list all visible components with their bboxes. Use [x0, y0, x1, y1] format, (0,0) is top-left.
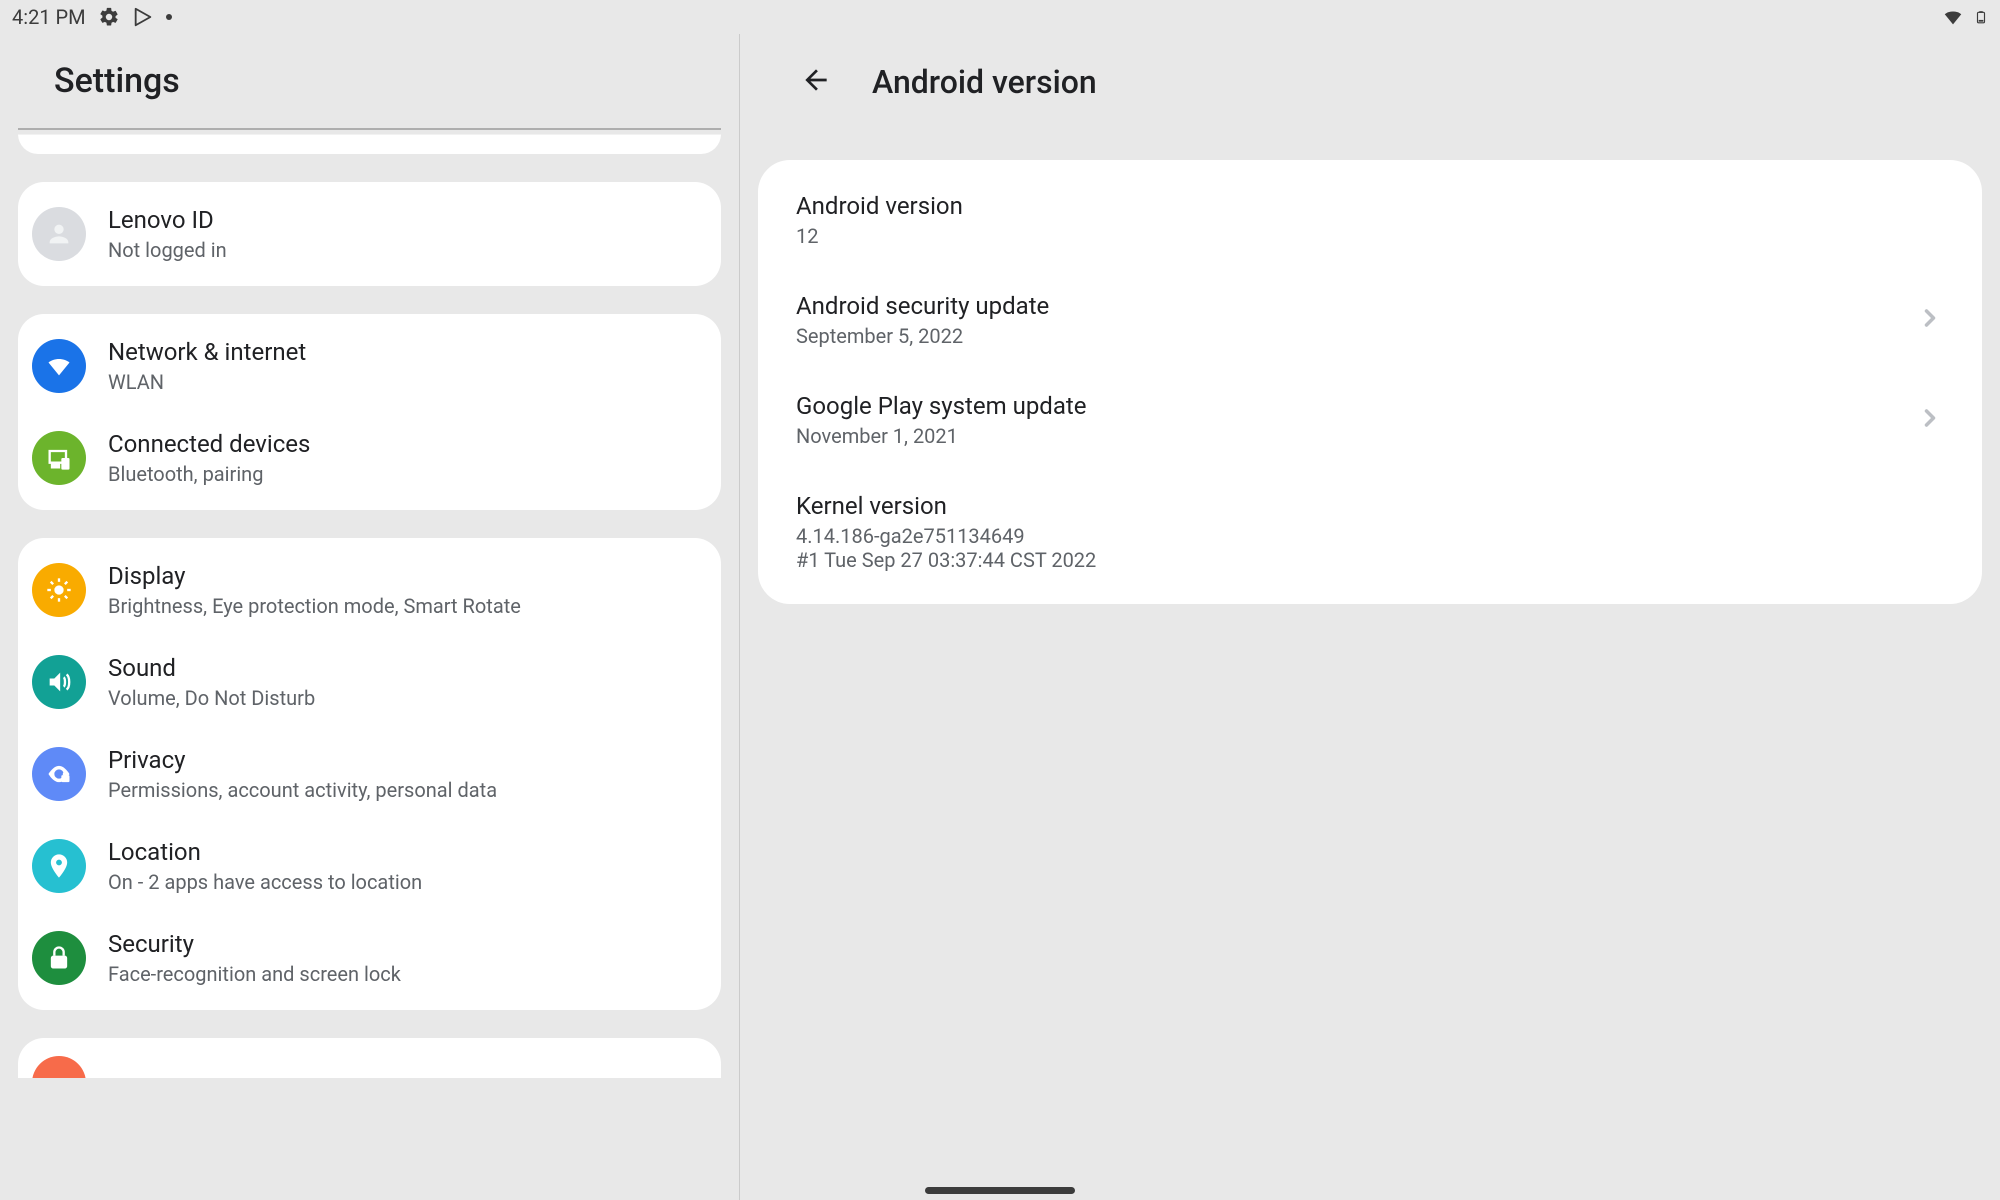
detail-card: Android version 12 Android security update… [758, 160, 1982, 604]
device-group: Display Brightness, Eye protection mode, … [18, 538, 721, 1010]
account-group: Lenovo ID Not logged in [18, 182, 721, 286]
sidebar-item-sub: Face-recognition and screen lock [108, 962, 401, 986]
detail-header: Android version [758, 34, 1982, 130]
sidebar-item-label: Sound [108, 654, 315, 682]
detail-row-security_update[interactable]: Android security update September 5, 2022 [758, 270, 1982, 370]
sidebar-item-label: Privacy [108, 746, 497, 774]
settings-list[interactable]: Lenovo ID Not logged in Network & intern… [18, 130, 721, 1200]
detail-row-sub: November 1, 2021 [796, 424, 1916, 448]
sidebar-item-lenovo-id[interactable]: Lenovo ID Not logged in [18, 188, 721, 280]
sidebar-item-label: Display [108, 562, 521, 590]
status-bar: 4:21 PM [0, 0, 2000, 34]
sidebar-item-label: Connected devices [108, 430, 310, 458]
sidebar-item-security[interactable]: Security Face-recognition and screen lock [18, 912, 721, 1004]
network-icon [32, 339, 86, 393]
sidebar-item-network[interactable]: Network & internet WLAN [18, 320, 721, 412]
chevron-right-icon [1916, 304, 1944, 336]
sidebar-item-connected[interactable]: Connected devices Bluetooth, pairing [18, 412, 721, 504]
sidebar-item-label: Lenovo ID [108, 206, 227, 234]
detail-row-kernel[interactable]: Kernel version 4.14.186-ga2e751134649 #1 … [758, 470, 1982, 594]
location-icon [32, 839, 86, 893]
detail-row-title: Android security update [796, 292, 1916, 320]
settings-header: Settings [18, 34, 721, 130]
connected-icon [32, 431, 86, 485]
sidebar-item-sub: Permissions, account activity, personal … [108, 778, 497, 802]
sidebar-item-sub: Not logged in [108, 238, 227, 262]
detail-row-title: Google Play system update [796, 392, 1916, 420]
security-icon [32, 931, 86, 985]
sidebar-item-location[interactable]: Location On - 2 apps have access to locat… [18, 820, 721, 912]
sidebar-item-sub: Volume, Do Not Disturb [108, 686, 315, 710]
detail-row-title: Android version [796, 192, 1944, 220]
detail-title: Android version [872, 63, 1097, 101]
privacy-icon [32, 747, 86, 801]
detail-row-title: Kernel version [796, 492, 1944, 520]
network-group: Network & internet WLAN Connected devices B… [18, 314, 721, 510]
notification-dot-icon [166, 14, 172, 20]
avatar-icon [32, 207, 86, 261]
sidebar-item-sub: Brightness, Eye protection mode, Smart R… [108, 594, 521, 618]
chevron-right-icon [1916, 404, 1944, 436]
back-button[interactable] [792, 58, 840, 106]
search-card-sliver [18, 134, 721, 154]
play-store-icon [132, 6, 154, 28]
settings-master-pane: Settings Lenovo ID Not logged in Network… [0, 34, 740, 1200]
detail-row-sub: 12 [796, 224, 1944, 248]
detail-row-play_update[interactable]: Google Play system update November 1, 202… [758, 370, 1982, 470]
battery-icon [1974, 6, 1988, 28]
status-time: 4:21 PM [12, 5, 86, 29]
sidebar-item-sub: Bluetooth, pairing [108, 462, 310, 486]
sidebar-item-sub: WLAN [108, 370, 306, 394]
sidebar-item-label: Location [108, 838, 422, 866]
next-group-partial [18, 1038, 721, 1078]
display-icon [32, 563, 86, 617]
sound-icon [32, 655, 86, 709]
gear-icon [98, 6, 120, 28]
sidebar-item-display[interactable]: Display Brightness, Eye protection mode, … [18, 544, 721, 636]
detail-row-sub: September 5, 2022 [796, 324, 1916, 348]
settings-title: Settings [54, 61, 180, 101]
navigation-handle[interactable] [925, 1187, 1075, 1194]
sidebar-item-privacy[interactable]: Privacy Permissions, account activity, pe… [18, 728, 721, 820]
detail-row-sub: 4.14.186-ga2e751134649 #1 Tue Sep 27 03:… [796, 524, 1944, 572]
detail-row-android_version[interactable]: Android version 12 [758, 170, 1982, 270]
detail-pane: Android version Android version12Android… [740, 34, 2000, 1200]
wifi-icon [1942, 6, 1964, 28]
sidebar-item-label: Security [108, 930, 401, 958]
sidebar-item-label: Network & internet [108, 338, 306, 366]
sidebar-item-sound[interactable]: Sound Volume, Do Not Disturb [18, 636, 721, 728]
pen-icon [32, 1056, 86, 1078]
arrow-back-icon [800, 64, 832, 100]
sidebar-item-sub: On - 2 apps have access to location [108, 870, 422, 894]
